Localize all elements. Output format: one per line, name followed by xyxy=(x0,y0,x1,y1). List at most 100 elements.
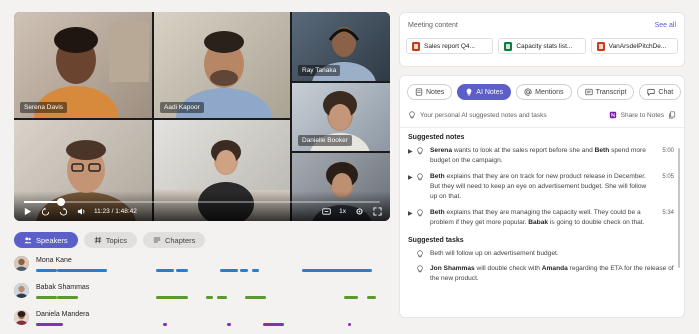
tab-notes[interactable]: Notes xyxy=(407,84,453,100)
playback-time: 11:23 / 1:48:42 xyxy=(94,207,137,215)
ai-notes-toolbar: Your personal AI suggested notes and tas… xyxy=(408,109,676,121)
tab-transcript[interactable]: Transcript xyxy=(576,84,635,100)
tab-speakers[interactable]: Speakers xyxy=(14,232,78,248)
fullscreen-icon[interactable] xyxy=(372,206,382,216)
speaking-segment[interactable] xyxy=(163,323,167,326)
copy-icon[interactable] xyxy=(668,111,676,119)
speaking-segment[interactable] xyxy=(57,269,107,272)
speaking-segment[interactable] xyxy=(36,269,58,272)
file-chip[interactable]: Capacity stats list... xyxy=(498,38,586,54)
participant-name: Serena Davis xyxy=(20,102,68,113)
captions-icon[interactable] xyxy=(321,206,331,216)
person-mention: Beth xyxy=(594,147,610,154)
speaking-segment[interactable] xyxy=(36,296,58,299)
person-mention: Amanda xyxy=(541,265,568,272)
participant-tile: Danielle Booker xyxy=(292,83,390,151)
speaker-activity-track[interactable] xyxy=(36,296,390,299)
expand-chevron-icon[interactable]: ▶ xyxy=(408,173,413,183)
notes-icon xyxy=(415,88,423,96)
meeting-content-card: Meeting content See all Sales report Q4.… xyxy=(399,12,685,67)
speaker-row[interactable]: Mona Kane xyxy=(14,254,390,281)
skip-forward-icon[interactable] xyxy=(58,206,68,216)
speaking-segment[interactable] xyxy=(156,269,175,272)
lightbulb-icon xyxy=(417,173,423,181)
file-chip[interactable]: Sales report Q4... xyxy=(406,38,494,54)
suggested-task[interactable]: Beth will follow up on advertisement bud… xyxy=(408,249,674,259)
participant-name: Aadi Kapoor xyxy=(160,102,204,113)
participant-name: Danielle Booker xyxy=(298,135,352,146)
speaker-activity-track[interactable] xyxy=(36,323,390,326)
expand-chevron-icon[interactable]: ▶ xyxy=(408,147,413,157)
note-text: is going to double check on that. xyxy=(548,219,645,226)
see-all-link[interactable]: See all xyxy=(655,22,676,29)
lightbulb-icon xyxy=(417,250,423,258)
timeline-view-tabs: Speakers Topics Chapters xyxy=(14,232,206,248)
file-name: VanArsdelPitchDe... xyxy=(608,42,667,50)
suggested-task[interactable]: Jon Shammas will double check with Amand… xyxy=(408,264,674,284)
speaker-name: Daniela Mandera xyxy=(36,311,90,318)
suggested-note[interactable]: ▶ Beth explains that they are on track fo… xyxy=(408,172,674,202)
speaking-segment[interactable] xyxy=(216,296,228,299)
tab-chapters[interactable]: Chapters xyxy=(142,232,206,248)
participant-tile: Ray Tanaka xyxy=(292,12,390,81)
tab-mentions[interactable]: Mentions xyxy=(516,84,572,100)
task-body: Beth will follow up on advertisement bud… xyxy=(430,250,559,257)
speaking-segment[interactable] xyxy=(251,269,260,272)
meeting-recording-player[interactable]: Serena Davis Aadi Kapoor Ray Tanaka Dani… xyxy=(14,12,390,221)
file-chip[interactable]: VanArsdelPitchDe... xyxy=(590,38,678,54)
speaking-segment[interactable] xyxy=(220,269,238,272)
speaking-segment[interactable] xyxy=(227,323,231,326)
ai-notes-icon xyxy=(466,88,472,96)
note-timestamp[interactable]: 5:05 xyxy=(662,172,674,182)
speaking-segment[interactable] xyxy=(36,323,63,326)
suggested-note[interactable]: ▶ Serena wants to look at the sales repor… xyxy=(408,146,674,166)
speaking-segment[interactable] xyxy=(347,323,352,326)
chat-icon xyxy=(647,89,655,96)
settings-gear-icon[interactable] xyxy=(354,206,364,216)
tab-label: Chapters xyxy=(164,235,196,245)
speaking-segment[interactable] xyxy=(366,296,376,299)
recap-side-panel: Meeting content See all Sales report Q4.… xyxy=(399,12,685,318)
ai-notes-content: Suggested notes ▶ Serena wants to look at… xyxy=(408,134,674,289)
player-controls: 11:23 / 1:48:42 1x xyxy=(14,191,390,221)
note-timestamp[interactable]: 5:00 xyxy=(662,146,674,156)
speaker-name: Mona Kane xyxy=(36,257,72,264)
participant-name: Ray Tanaka xyxy=(298,65,341,76)
volume-icon[interactable] xyxy=(76,206,86,216)
playback-progress-bar[interactable] xyxy=(24,198,380,206)
avatar xyxy=(14,310,29,325)
expand-chevron-icon[interactable]: ▶ xyxy=(408,209,413,219)
suggested-note[interactable]: ▶ Beth explains that they are managing th… xyxy=(408,208,674,228)
person-mention: Babak xyxy=(528,219,549,226)
person-mention: Beth xyxy=(430,209,445,216)
speaking-segment[interactable] xyxy=(244,296,267,299)
speaking-segment[interactable] xyxy=(301,269,373,272)
note-body: Beth explains that they are on track for… xyxy=(430,173,646,200)
speaker-name: Babak Shammas xyxy=(36,284,90,291)
speaker-activity-track[interactable] xyxy=(36,269,390,272)
tab-label: Topics xyxy=(105,235,127,245)
playback-speed[interactable]: 1x xyxy=(339,208,346,215)
play-icon[interactable] xyxy=(22,206,32,216)
meeting-files-list: Sales report Q4... Capacity stats list..… xyxy=(406,38,678,54)
speaking-segment[interactable] xyxy=(262,323,284,326)
tab-ai-notes[interactable]: AI Notes xyxy=(457,84,512,100)
note-text: explains that they are on track for new … xyxy=(430,173,647,200)
note-timestamp[interactable]: 5:34 xyxy=(662,208,674,218)
scrollbar[interactable] xyxy=(678,148,680,268)
skip-back-icon[interactable] xyxy=(40,206,50,216)
speaking-segment[interactable] xyxy=(57,296,79,299)
share-to-notes-button[interactable]: Share to Notes xyxy=(621,112,664,119)
tab-topics[interactable]: Topics xyxy=(83,232,137,248)
speaking-segment[interactable] xyxy=(239,269,249,272)
file-name: Sales report Q4... xyxy=(424,42,475,50)
speaking-segment[interactable] xyxy=(156,296,189,299)
mention-icon xyxy=(524,88,532,96)
speaking-segment[interactable] xyxy=(343,296,359,299)
speaker-row[interactable]: Babak Shammas xyxy=(14,281,390,308)
speaker-row[interactable]: Daniela Mandera xyxy=(14,308,390,334)
speaking-segment[interactable] xyxy=(175,269,189,272)
tab-chat[interactable]: Chat xyxy=(639,84,682,100)
lightbulb-icon xyxy=(417,147,423,155)
speaking-segment[interactable] xyxy=(205,296,213,299)
